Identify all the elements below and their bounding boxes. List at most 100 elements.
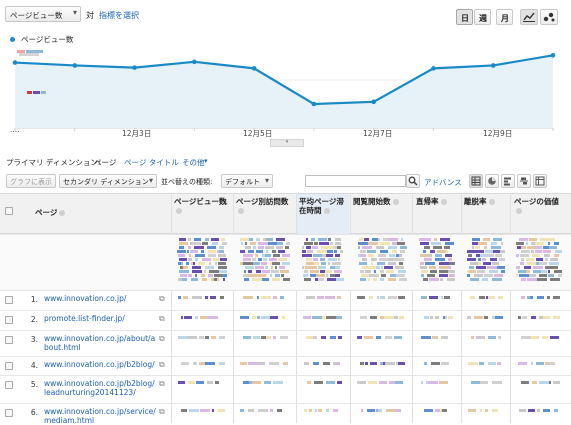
obscured-segment: [252, 381, 261, 384]
obscured-segment: [424, 246, 430, 249]
open-page-icon[interactable]: ⧉: [159, 360, 165, 370]
obscured-segment: [326, 381, 335, 384]
advanced-filter-link[interactable]: アドバンス: [424, 177, 462, 188]
obscured-segment: [359, 238, 363, 241]
sort-type-select[interactable]: デフォルト: [221, 174, 273, 188]
col-header-avg-time[interactable]: 平均ページ滞在時間: [297, 194, 349, 234]
obscured-segment: [428, 381, 438, 384]
obscured-segment: [261, 296, 271, 299]
view-performance-button[interactable]: [501, 174, 515, 188]
open-page-icon[interactable]: ⧉: [159, 334, 165, 344]
obscured-segment: [442, 409, 447, 412]
obscured-segment: [323, 362, 330, 365]
open-page-icon[interactable]: ⧉: [159, 407, 165, 417]
col-header-unique-pageviews[interactable]: ページ別訪問数: [234, 194, 296, 234]
obscured-segment: [219, 270, 227, 273]
obscured-segment: [333, 409, 338, 412]
plot-rows-button[interactable]: グラフに表示: [6, 174, 56, 188]
select-metric-link[interactable]: 指標を選択: [99, 10, 139, 21]
obscured-segment: [467, 316, 471, 319]
line-chart-button[interactable]: [520, 9, 538, 25]
obscured-segment: [282, 262, 290, 265]
page-url-link[interactable]: www.innovation.co.jp/service/mediam.html: [44, 407, 156, 425]
obscured-segment: [478, 258, 481, 261]
row-checkbox[interactable]: [5, 316, 13, 324]
view-pivot-button[interactable]: [533, 174, 547, 188]
page-title-dimension-link[interactable]: ページ タイトル: [124, 157, 179, 168]
col-header-exit-rate[interactable]: 離脱率: [462, 194, 508, 234]
obscured-segment: [278, 250, 285, 253]
obscured-segment: [448, 316, 453, 319]
obscured-segment: [532, 254, 540, 257]
obscured-segment: [542, 336, 548, 339]
obscured-segment: [258, 246, 264, 249]
sort-desc-icon: ↓: [222, 198, 229, 207]
obscured-segment: [519, 274, 529, 277]
obscured-segment: [306, 238, 308, 241]
obscured-segment: [205, 336, 209, 339]
obscured-segment: [191, 278, 198, 281]
open-page-icon[interactable]: ⧉: [159, 294, 165, 304]
col-header-page-value[interactable]: ページの価値: [512, 194, 568, 234]
secondary-dimension-select[interactable]: セカンダリ ディメンション: [59, 174, 157, 188]
open-page-icon[interactable]: ⧉: [159, 379, 165, 389]
obscured-segment: [326, 316, 336, 319]
obscured-segment: [271, 270, 279, 273]
obscured-segment: [365, 262, 367, 265]
obscured-segment: [470, 262, 478, 265]
obscured-segment: [249, 238, 253, 241]
row-checkbox[interactable]: [5, 409, 13, 417]
obscured-segment: [280, 270, 289, 273]
page-url-link[interactable]: www.innovation.co.jp/b2blog/leadnurturin…: [44, 379, 156, 397]
row-checkbox[interactable]: [5, 336, 13, 344]
select-all-checkbox[interactable]: [5, 207, 13, 215]
obscured-segment: [424, 409, 433, 412]
table-search-button[interactable]: [406, 174, 420, 188]
row-checkbox[interactable]: [5, 296, 13, 304]
view-pie-button[interactable]: [485, 174, 499, 188]
view-comparison-button[interactable]: [517, 174, 531, 188]
obscured-segment: [332, 262, 341, 265]
other-dimension-link[interactable]: その他: [182, 157, 205, 168]
period-day-button[interactable]: 日: [456, 9, 473, 25]
obscured-segment: [370, 362, 377, 365]
period-week-button[interactable]: 週: [474, 9, 491, 25]
page-url-link[interactable]: www.innovation.co.jp/about/about.html: [44, 334, 156, 352]
obscured-segment: [272, 278, 280, 281]
table-search-input[interactable]: [305, 175, 406, 187]
obscured-segment: [492, 262, 499, 265]
obscured-segment: [439, 262, 449, 265]
view-table-button[interactable]: [469, 174, 483, 188]
open-page-icon[interactable]: ⧉: [159, 314, 165, 324]
row-checkbox[interactable]: [5, 362, 13, 370]
obscured-segment: [469, 270, 476, 273]
col-header-page-value-label: ページの価値: [514, 197, 559, 206]
col-header-entrances[interactable]: 閲覧開始数: [351, 194, 411, 234]
col-header-page[interactable]: ページ: [33, 194, 163, 234]
obscured-segment: [385, 336, 392, 339]
col-header-pageviews[interactable]: ページビュー数 ↓: [172, 194, 232, 234]
motion-chart-button[interactable]: [540, 9, 558, 25]
row-checkbox[interactable]: [5, 381, 13, 389]
page-url-link[interactable]: www.innovation.co.jp/b2blog/: [44, 360, 156, 369]
page-url-link[interactable]: promote.list-finder.jp/: [44, 314, 156, 323]
help-icon: [238, 208, 244, 214]
obscured-segment: [209, 270, 216, 273]
obscured-segment: [490, 258, 497, 261]
col-header-page-label: ページ: [35, 208, 58, 217]
obscured-segment: [364, 336, 373, 339]
page-url-link[interactable]: www.innovation.co.jp/: [44, 294, 156, 303]
obscured-segment: [425, 262, 435, 265]
obscured-segment: [368, 242, 378, 245]
chart-resize-handle[interactable]: ▾: [270, 139, 304, 147]
obscured-segment: [253, 336, 260, 339]
obscured-segment: [318, 278, 324, 281]
period-month-button[interactable]: 月: [496, 9, 513, 25]
other-dimension-chevron-icon[interactable]: ▾: [204, 157, 208, 165]
obscured-segment: [470, 296, 475, 299]
obscured-segment: [360, 254, 366, 257]
col-header-bounce-rate[interactable]: 直帰率: [414, 194, 460, 234]
metric-select[interactable]: ページビュー数: [5, 6, 81, 22]
obscured-segment: [539, 381, 549, 384]
obscured-segment: [326, 274, 328, 277]
